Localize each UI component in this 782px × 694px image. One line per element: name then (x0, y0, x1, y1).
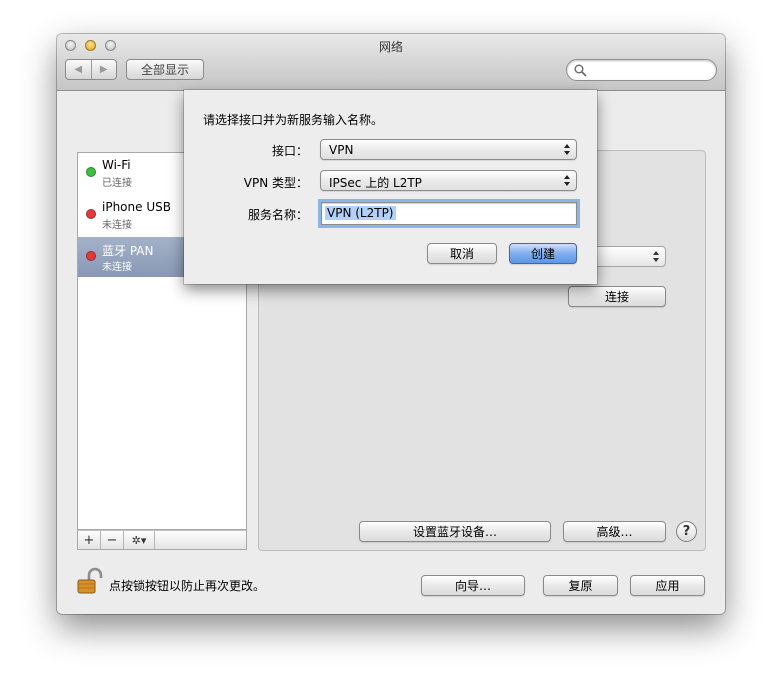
interface-popup[interactable]: VPN (320, 139, 577, 160)
service-name-value: VPN (L2TP) (325, 206, 396, 220)
vpn-type-label: VPN 类型： (243, 176, 308, 190)
service-name-field[interactable]: VPN (L2TP) (321, 202, 577, 225)
popup-arrows-icon (564, 175, 570, 186)
popup-arrows-icon (564, 144, 570, 155)
popup-arrows-icon (653, 251, 659, 262)
help-button[interactable]: ? (676, 521, 697, 542)
cancel-button[interactable]: 取消 (427, 243, 497, 264)
service-name-label: 服务名称： (247, 208, 308, 222)
device-popup[interactable] (589, 246, 666, 267)
lock-hint-text: 点按锁按钮以防止再次更改。 (109, 579, 266, 593)
interface-label: 接口： (271, 144, 308, 158)
action-menu-button[interactable]: ✲▾ (124, 531, 155, 549)
apply-button[interactable]: 应用 (630, 575, 705, 596)
create-button[interactable]: 创建 (509, 243, 577, 264)
service-status: 未连接 (102, 220, 132, 231)
service-status: 未连接 (102, 262, 132, 273)
lock-icon[interactable] (77, 567, 103, 595)
back-forward-control: ◀ ▶ (65, 59, 117, 80)
status-red-icon (86, 209, 96, 219)
show-all-button[interactable]: 全部显示 (126, 59, 204, 80)
assist-me-button[interactable]: 向导… (421, 575, 525, 596)
interface-value: VPN (329, 143, 354, 157)
add-service-button[interactable]: + (78, 531, 101, 549)
title-bar: 网络 ◀ ▶ 全部显示 (57, 34, 725, 91)
window-title: 网络 (378, 40, 403, 54)
vpn-type-value: IPSec 上的 L2TP (329, 176, 422, 190)
remove-service-button[interactable]: − (101, 531, 124, 549)
service-name: 蓝牙 PAN (102, 244, 154, 258)
status-red-icon (86, 251, 96, 261)
vpn-type-popup[interactable]: IPSec 上的 L2TP (320, 170, 577, 191)
revert-button[interactable]: 复原 (543, 575, 618, 596)
status-green-icon (86, 167, 96, 177)
setup-bluetooth-device-button[interactable]: 设置蓝牙设备… (359, 521, 551, 542)
search-icon (574, 64, 587, 77)
service-status: 已连接 (102, 178, 132, 189)
new-service-sheet: 请选择接口并为新服务输入名称。 接口： VPN VPN 类型： IPSec 上的… (184, 90, 597, 284)
service-name: Wi-Fi (102, 158, 131, 172)
search-field[interactable] (566, 59, 717, 81)
connect-button[interactable]: 连接 (568, 286, 666, 307)
service-name: iPhone USB (102, 200, 171, 214)
service-list-toolbar: + − ✲▾ (77, 530, 247, 550)
back-arrow-icon[interactable]: ◀ (66, 60, 92, 79)
advanced-button[interactable]: 高级… (563, 521, 666, 542)
forward-arrow-icon[interactable]: ▶ (92, 60, 117, 79)
sheet-instruction: 请选择接口并为新服务输入名称。 (203, 113, 384, 127)
